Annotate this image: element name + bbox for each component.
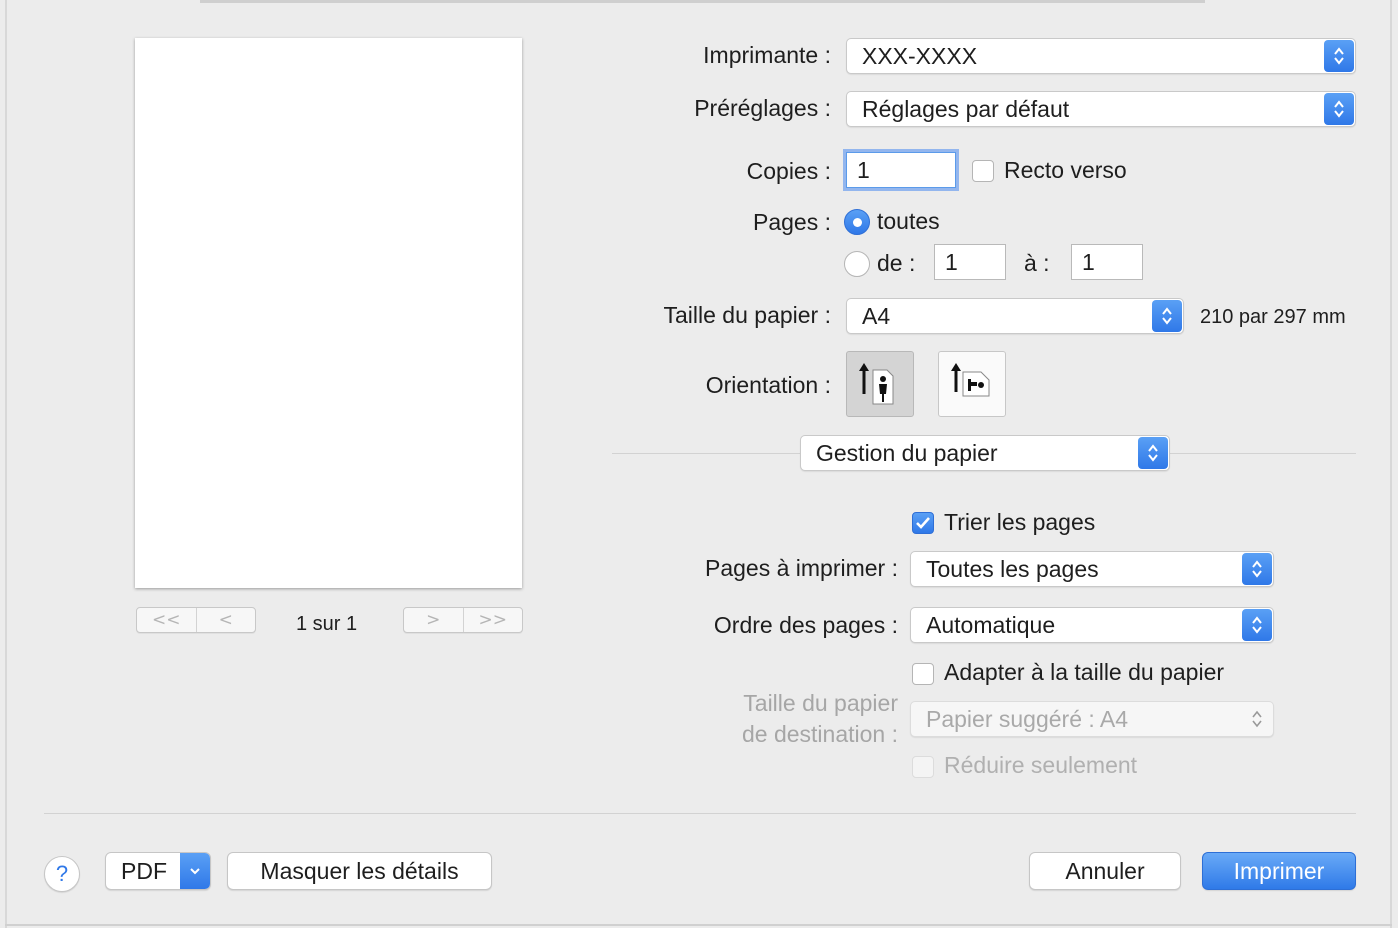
dest-paper-label-line2: de destination : xyxy=(741,721,898,747)
chevron-down-icon xyxy=(180,853,210,889)
chevron-right-icon: > xyxy=(426,610,441,630)
collate-checkbox[interactable] xyxy=(912,512,934,534)
portrait-icon xyxy=(859,363,894,405)
previous-page-button[interactable]: < xyxy=(195,608,256,632)
collate-label: Trier les pages xyxy=(944,509,1096,535)
pages-to-print-label: Pages à imprimer : xyxy=(704,555,898,581)
pages-to-print-value: Toutes les pages xyxy=(926,556,1099,582)
section-popup[interactable]: Gestion du papier xyxy=(800,435,1170,471)
help-button[interactable]: ? xyxy=(44,856,80,892)
scale-down-only-checkbox[interactable] xyxy=(912,756,934,778)
updown-arrows-icon xyxy=(1242,553,1272,585)
window-left-edge xyxy=(5,0,7,928)
print-button[interactable]: Imprimer xyxy=(1202,852,1356,890)
pages-range-radio[interactable] xyxy=(844,251,870,277)
scale-to-fit-label: Adapter à la taille du papier xyxy=(944,659,1225,685)
duplex-label: Recto verso xyxy=(1004,157,1127,183)
scale-to-fit-checkbox[interactable] xyxy=(912,663,934,685)
updown-arrows-icon xyxy=(1138,437,1168,469)
window-top-edge xyxy=(200,0,1205,3)
page-order-popup[interactable]: Automatique xyxy=(910,607,1274,643)
first-page-button[interactable]: << xyxy=(137,608,196,632)
paper-dimensions: 210 par 297 mm xyxy=(1200,306,1346,328)
pages-to-label: à : xyxy=(1024,250,1050,276)
page-order-value: Automatique xyxy=(926,612,1056,638)
page-order-label: Ordre des pages : xyxy=(713,612,898,638)
pages-from-field[interactable]: 1 xyxy=(934,244,1006,280)
copies-label: Copies : xyxy=(746,158,831,184)
updown-arrows-icon xyxy=(1242,609,1272,641)
pages-to-field[interactable]: 1 xyxy=(1071,244,1143,280)
question-mark-icon: ? xyxy=(55,861,69,886)
preview-nav-forward-group: > >> xyxy=(403,607,523,633)
page-preview xyxy=(135,38,522,588)
pages-label: Pages : xyxy=(753,209,831,235)
preview-nav-back-group: << < xyxy=(136,607,256,633)
window-bottom-edge xyxy=(5,924,1392,926)
double-chevron-right-icon: >> xyxy=(478,610,508,630)
copies-field[interactable]: 1 xyxy=(846,152,956,188)
paper-size-value: A4 xyxy=(862,303,891,329)
duplex-checkbox[interactable] xyxy=(972,160,994,182)
presets-label: Préréglages : xyxy=(694,95,831,121)
orientation-landscape-button[interactable] xyxy=(938,351,1006,417)
presets-popup[interactable]: Réglages par défaut xyxy=(846,91,1356,127)
orientation-portrait-button[interactable] xyxy=(846,351,914,417)
pages-to-print-popup[interactable]: Toutes les pages xyxy=(910,551,1274,587)
pdf-menu-button[interactable]: PDF xyxy=(105,852,211,890)
last-page-button[interactable]: >> xyxy=(462,608,523,632)
paper-size-popup[interactable]: A4 xyxy=(846,298,1184,334)
pages-all-radio[interactable] xyxy=(844,209,870,235)
pages-all-label: toutes xyxy=(877,208,940,234)
printer-label: Imprimante : xyxy=(703,42,831,68)
section-popup-value: Gestion du papier xyxy=(816,440,998,466)
hide-details-button[interactable]: Masquer les détails xyxy=(227,852,492,890)
dest-paper-value: Papier suggéré : A4 xyxy=(926,706,1129,732)
pages-from-label: de : xyxy=(877,250,916,276)
updown-arrows-icon xyxy=(1324,40,1354,72)
landscape-icon xyxy=(951,363,990,397)
footer-separator xyxy=(44,813,1356,814)
printer-value: XXX-XXXX xyxy=(862,43,978,69)
paper-size-label: Taille du papier : xyxy=(663,302,832,328)
checkmark-icon xyxy=(916,517,930,529)
dest-paper-popup[interactable]: Papier suggéré : A4 xyxy=(910,701,1274,737)
next-page-button[interactable]: > xyxy=(404,608,463,632)
page-indicator: 1 sur 1 xyxy=(296,613,358,635)
chevron-left-icon: < xyxy=(218,610,233,630)
printer-popup[interactable]: XXX-XXXX xyxy=(846,38,1356,74)
window-right-edge xyxy=(1390,0,1392,928)
updown-arrows-icon xyxy=(1324,93,1354,125)
updown-arrows-icon xyxy=(1242,703,1272,735)
orientation-label: Orientation : xyxy=(705,372,831,398)
dest-paper-label-line1: Taille du papier xyxy=(743,690,898,716)
double-chevron-left-icon: << xyxy=(152,610,181,630)
presets-value: Réglages par défaut xyxy=(862,96,1070,122)
cancel-button[interactable]: Annuler xyxy=(1029,852,1181,890)
updown-arrows-icon xyxy=(1152,300,1182,332)
scale-down-only-label: Réduire seulement xyxy=(944,752,1138,778)
pdf-label: PDF xyxy=(121,858,167,884)
